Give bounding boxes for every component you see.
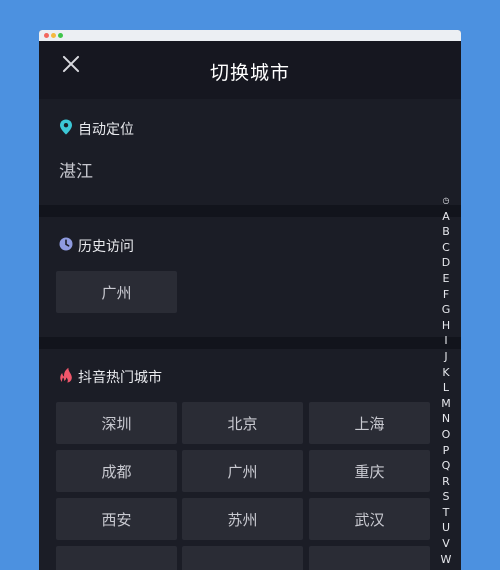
index-letter-m[interactable]: M xyxy=(441,396,451,412)
alphabet-index: ◷ A B C D E F G H I J K L M N O P Q R S T U V W xyxy=(436,193,456,567)
hot-city-chip[interactable]: 广州 xyxy=(182,450,303,492)
page-title: 切换城市 xyxy=(209,62,290,84)
close-window-dot[interactable] xyxy=(44,33,49,38)
index-letter-g[interactable]: G xyxy=(442,302,451,318)
flame-icon xyxy=(59,367,73,387)
history-heading: 历史访问 xyxy=(59,236,134,256)
index-letter-e[interactable]: E xyxy=(443,271,450,287)
hot-city-chip[interactable]: 西安 xyxy=(56,498,177,540)
index-letter-b[interactable]: B xyxy=(442,224,450,240)
maximize-window-dot[interactable] xyxy=(58,33,63,38)
current-city[interactable]: 湛江 xyxy=(59,157,93,182)
index-letter-j[interactable]: J xyxy=(444,349,447,365)
location-section: 自动定位 湛江 xyxy=(39,99,461,205)
index-letter-n[interactable]: N xyxy=(442,411,450,427)
index-letter-o[interactable]: O xyxy=(442,427,451,443)
location-heading: 自动定位 xyxy=(59,119,134,139)
hot-city-chip[interactable]: 北京 xyxy=(182,402,303,444)
index-letter-r[interactable]: R xyxy=(442,474,450,490)
hot-city-chip[interactable]: 深圳 xyxy=(56,402,177,444)
history-section: 历史访问 广州 xyxy=(39,217,461,337)
location-pin-icon xyxy=(59,119,73,139)
index-letter-c[interactable]: C xyxy=(442,240,450,256)
index-letter-d[interactable]: D xyxy=(442,255,450,271)
index-recent-icon[interactable]: ◷ xyxy=(443,193,450,209)
index-letter-v[interactable]: V xyxy=(442,536,450,552)
index-letter-f[interactable]: F xyxy=(443,287,449,303)
header: 切换城市 xyxy=(39,41,461,99)
hot-city-chip[interactable]: 成都 xyxy=(56,450,177,492)
index-letter-i[interactable]: I xyxy=(444,333,447,349)
hot-cities-section: 抖音热门城市 深圳 北京 上海 成都 广州 重庆 西安 苏州 武汉 xyxy=(39,349,461,570)
index-letter-w[interactable]: W xyxy=(441,552,452,568)
app-window: 切换城市 自动定位 湛江 历史访问 广州 抖音热门城市 深圳 北京 上海 成都 … xyxy=(39,30,461,570)
location-label: 自动定位 xyxy=(78,122,134,138)
index-letter-u[interactable]: U xyxy=(442,520,450,536)
hot-cities-heading: 抖音热门城市 xyxy=(59,367,162,387)
hot-city-chip[interactable]: 武汉 xyxy=(309,498,430,540)
index-letter-k[interactable]: K xyxy=(442,365,449,381)
index-letter-l[interactable]: L xyxy=(443,380,449,396)
window-titlebar xyxy=(39,30,461,41)
clock-icon xyxy=(59,237,73,255)
minimize-window-dot[interactable] xyxy=(51,33,56,38)
history-label: 历史访问 xyxy=(78,239,134,255)
index-letter-q[interactable]: Q xyxy=(442,458,451,474)
index-letter-s[interactable]: S xyxy=(443,489,450,505)
hot-city-chip[interactable]: 苏州 xyxy=(182,498,303,540)
hot-city-chip-partial[interactable] xyxy=(309,546,430,570)
hot-city-chip[interactable]: 上海 xyxy=(309,402,430,444)
index-letter-h[interactable]: H xyxy=(442,318,450,334)
history-city-chip[interactable]: 广州 xyxy=(56,271,177,313)
index-letter-p[interactable]: P xyxy=(443,443,450,459)
hot-city-chip-partial[interactable] xyxy=(56,546,177,570)
hot-cities-label: 抖音热门城市 xyxy=(78,370,162,386)
index-letter-a[interactable]: A xyxy=(442,209,450,225)
hot-city-chip-partial[interactable] xyxy=(182,546,303,570)
index-letter-t[interactable]: T xyxy=(443,505,450,521)
hot-city-chip[interactable]: 重庆 xyxy=(309,450,430,492)
